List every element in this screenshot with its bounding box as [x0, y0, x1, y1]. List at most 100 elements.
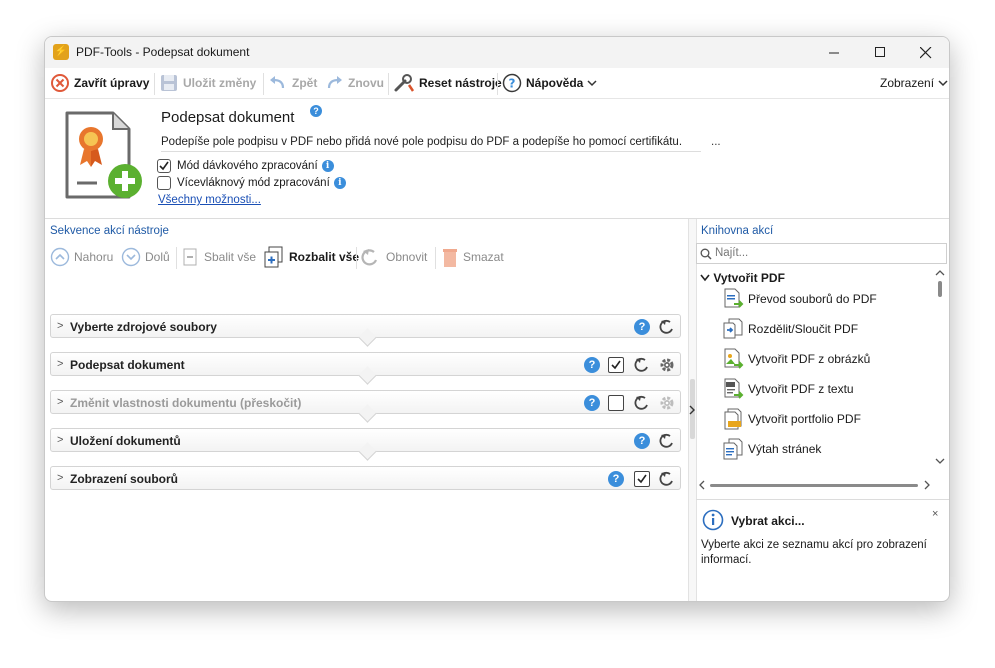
- library-item[interactable]: Vytvořit PDF z textu: [722, 377, 854, 401]
- trash-icon: [443, 249, 457, 267]
- close-icon: [920, 46, 932, 58]
- collapse-all-label: Sbalit vše: [204, 250, 257, 264]
- action-label: Změnit vlastnosti dokumentu (přeskočit): [70, 396, 302, 410]
- save-button[interactable]: Uložit změny: [159, 72, 256, 94]
- close-edit-label: Zavřít úpravy: [74, 76, 150, 90]
- help-question-icon: ?: [608, 471, 624, 487]
- move-down-button[interactable]: Dolů: [121, 246, 170, 268]
- action-enabled-checkbox[interactable]: [633, 470, 651, 488]
- action-reset-button[interactable]: [633, 356, 651, 374]
- chevron-right-icon: [689, 405, 695, 415]
- expand-all-button[interactable]: Rozbalit vše: [263, 246, 359, 268]
- action-reset-button[interactable]: [633, 394, 651, 412]
- save-disk-icon: [161, 75, 177, 91]
- action-enabled-checkbox[interactable]: [607, 394, 625, 412]
- sign-document-icon: [65, 111, 142, 199]
- maximize-button[interactable]: [857, 37, 903, 68]
- batch-mode-label: Mód dávkového zpracování: [177, 160, 318, 172]
- info-circle-icon: [702, 509, 724, 531]
- connector-arrow: [358, 442, 377, 461]
- library-item[interactable]: Rozdělit/Sloučit PDF: [722, 317, 858, 341]
- move-up-label: Nahoru: [74, 250, 114, 264]
- scroll-right-icon: [924, 480, 930, 490]
- window-title: PDF-Tools - Podepsat dokument: [76, 45, 250, 59]
- help-menu-button[interactable]: ? Nápověda: [502, 72, 601, 94]
- vertical-scroll-thumb[interactable]: [938, 281, 942, 297]
- tool-help-icon[interactable]: ?: [309, 104, 323, 118]
- info-panel-close-button[interactable]: ×: [932, 508, 938, 520]
- action-reset-button[interactable]: [658, 470, 676, 488]
- multithread-mode-label: Vícevláknový mód zpracování: [177, 177, 330, 189]
- help-circle-icon: ?: [502, 73, 522, 93]
- redo-button[interactable]: Znovu: [324, 72, 384, 94]
- action-row-sign-document[interactable]: > Podepsat dokument ?: [50, 352, 681, 385]
- toolbar-divider: [176, 247, 177, 269]
- action-enabled-checkbox[interactable]: [607, 356, 625, 374]
- toolbar-divider: [497, 73, 498, 95]
- action-info-panel: Vybrat akci... × Vyberte akci ze seznamu…: [696, 499, 949, 601]
- delete-button[interactable]: Smazat: [441, 246, 504, 268]
- library-vertical-scrollbar[interactable]: [934, 267, 946, 481]
- batch-mode-row: Mód dávkového zpracování i: [157, 159, 334, 173]
- all-options-link[interactable]: Všechny možnosti...: [158, 194, 261, 206]
- reset-arrow-icon: [659, 433, 673, 448]
- chevron-right-icon: >: [57, 358, 64, 370]
- collapse-all-button[interactable]: Sbalit vše: [180, 246, 256, 268]
- toolbar-divider: [154, 73, 155, 95]
- help-question-icon: ?: [634, 319, 650, 335]
- action-help-button[interactable]: ?: [633, 318, 651, 336]
- reset-arrow-icon: [659, 471, 673, 486]
- library-item[interactable]: Vytvořit PDF z obrázků: [722, 347, 870, 371]
- info-icon[interactable]: i: [333, 177, 346, 189]
- refresh-button[interactable]: Obnovit: [360, 246, 427, 268]
- library-category-create-pdf[interactable]: Vytvořit PDF: [700, 271, 785, 285]
- library-item[interactable]: Převod souborů do PDF: [722, 287, 877, 311]
- search-icon: [700, 248, 712, 260]
- close-button[interactable]: [903, 37, 949, 68]
- action-settings-button[interactable]: [658, 356, 676, 374]
- info-icon[interactable]: i: [321, 160, 334, 172]
- batch-mode-checkbox[interactable]: [157, 159, 171, 173]
- title-bar: ⚡ PDF-Tools - Podepsat dokument: [45, 37, 949, 68]
- library-horizontal-scrollbar[interactable]: [696, 479, 934, 491]
- library-item[interactable]: Výtah stránek: [722, 437, 821, 461]
- search-placeholder: Najít...: [715, 247, 749, 259]
- connector-arrow: [358, 328, 377, 347]
- info-panel-text: Vyberte akci ze seznamu akcí pro zobraze…: [701, 539, 927, 566]
- move-down-label: Dolů: [145, 250, 170, 264]
- redo-label: Znovu: [348, 76, 384, 90]
- refresh-icon: [361, 249, 378, 266]
- action-help-button[interactable]: ?: [607, 470, 625, 488]
- reset-tool-button[interactable]: Reset nástroje: [393, 72, 502, 94]
- action-row-show-files[interactable]: > Zobrazení souborů ?: [50, 466, 681, 490]
- move-up-button[interactable]: Nahoru: [50, 246, 113, 268]
- action-reset-button[interactable]: [658, 318, 676, 336]
- checkmark-icon: [637, 474, 647, 484]
- main-toolbar: Zavřít úpravy Uložit změny Zpět Znovu Re…: [45, 68, 949, 99]
- action-help-button[interactable]: ?: [633, 432, 651, 450]
- action-row-select-source[interactable]: > Vyberte zdrojové soubory ?: [50, 314, 681, 347]
- undo-button[interactable]: Zpět: [268, 72, 317, 94]
- chevron-down-icon: [587, 80, 597, 87]
- close-edit-button[interactable]: Zavřít úpravy: [50, 72, 149, 94]
- minimize-button[interactable]: [811, 37, 857, 68]
- action-label: Podepsat dokument: [70, 358, 185, 372]
- toolbar-divider: [356, 247, 357, 269]
- library-search-input[interactable]: Najít...: [696, 243, 947, 264]
- reset-arrow-icon: [634, 357, 648, 372]
- action-help-button[interactable]: ?: [583, 394, 601, 412]
- description-more-button[interactable]: ...: [711, 136, 721, 148]
- action-help-button[interactable]: ?: [583, 356, 601, 374]
- help-question-icon: ?: [584, 395, 600, 411]
- view-menu-button[interactable]: Zobrazení: [880, 72, 949, 94]
- horizontal-scroll-thumb[interactable]: [710, 484, 918, 487]
- expand-all-label: Rozbalit vše: [289, 250, 360, 264]
- action-reset-button[interactable]: [658, 432, 676, 450]
- action-row-save-documents[interactable]: > Uložení dokumentů ?: [50, 428, 681, 461]
- action-settings-button[interactable]: [658, 394, 676, 412]
- multithread-mode-checkbox[interactable]: [157, 176, 171, 190]
- scroll-down-icon: [935, 458, 945, 464]
- action-row-change-properties[interactable]: > Změnit vlastnosti dokumentu (přeskočit…: [50, 390, 681, 423]
- library-item[interactable]: Vytvořit portfolio PDF: [722, 407, 861, 431]
- extract-pages-icon: [722, 437, 744, 461]
